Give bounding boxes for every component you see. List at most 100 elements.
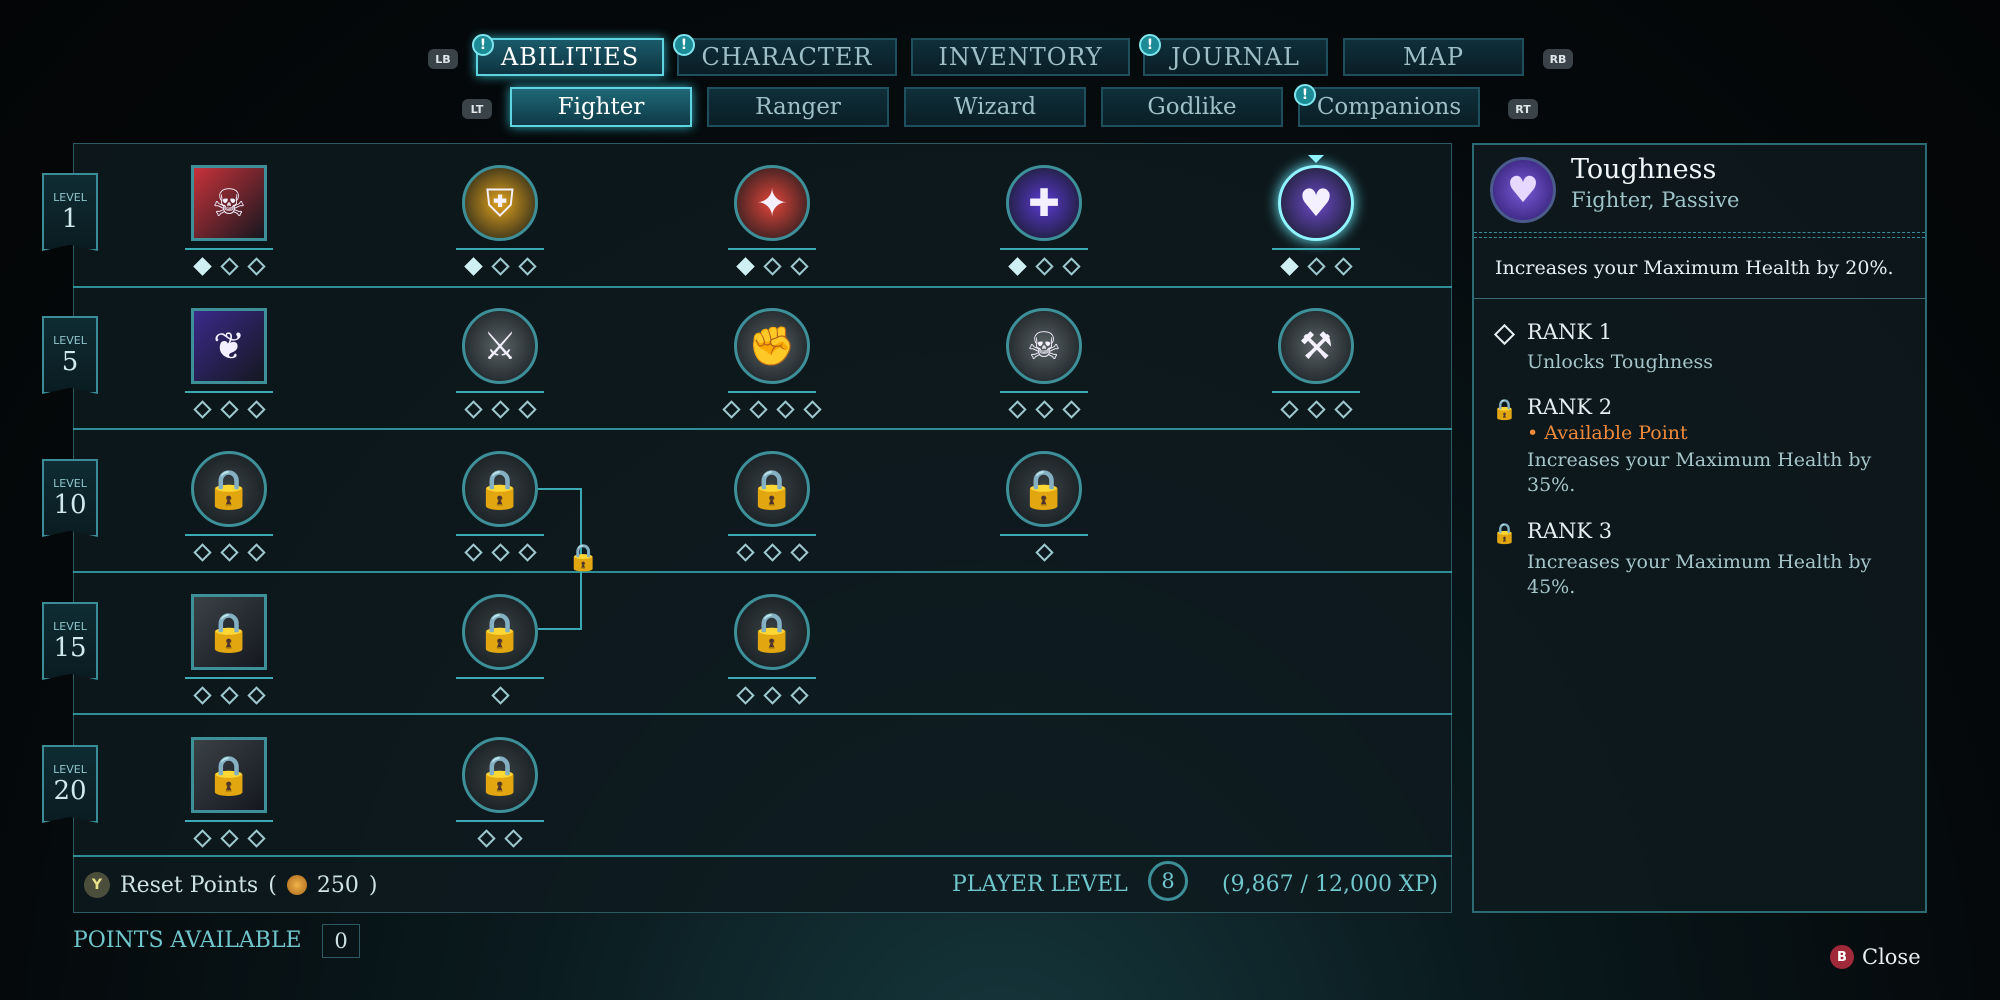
ability-node[interactable]: ✊ [734, 308, 810, 384]
ability-underline [1000, 248, 1088, 250]
player-level-ring: 8 [1148, 861, 1188, 901]
rank-2-lock-icon: 🔒 [1492, 397, 1517, 421]
subtab-companions[interactable]: Companions [1298, 87, 1480, 127]
rank-empty-icon [490, 543, 510, 562]
rank-empty-icon [477, 829, 496, 848]
rank-empty-icon [749, 400, 768, 419]
rank-empty-icon [1034, 257, 1054, 276]
detail-divider [1474, 232, 1925, 238]
level-badge: LEVEL 5 [42, 316, 98, 394]
ability-node[interactable]: 🔒 [191, 594, 267, 670]
rank-2-label: RANK 2 [1527, 395, 1613, 419]
ability-underline [1272, 248, 1360, 250]
ability-underline [185, 534, 273, 536]
ability-node[interactable]: ✚ [1006, 165, 1082, 241]
rank-2-text: Increases your Maximum Health by 35%. [1527, 449, 1872, 496]
demon-mask-icon: ☠ [211, 181, 247, 225]
rank-empty-icon [490, 400, 510, 419]
rank-empty-icon [517, 400, 537, 419]
ability-node[interactable]: ❦ [191, 308, 267, 384]
row-divider [73, 855, 1452, 857]
heart-icon: ♥ [1298, 181, 1334, 225]
lb-button-hint[interactable]: LB [428, 49, 458, 69]
ability-node[interactable]: ☠ [191, 165, 267, 241]
ability-node[interactable]: ♥ [1278, 165, 1354, 241]
detail-title: Toughness [1571, 154, 1717, 185]
rank-diamonds [463, 543, 537, 562]
lt-button-hint[interactable]: LT [462, 99, 492, 119]
ability-node[interactable]: 🔒 [462, 451, 538, 527]
close-button[interactable]: B Close [1830, 945, 1921, 969]
level-badge: LEVEL 15 [42, 602, 98, 680]
tab-journal[interactable]: JOURNAL [1143, 38, 1328, 76]
ability-node[interactable]: ☠ [1006, 308, 1082, 384]
rank-empty-icon [219, 400, 239, 419]
reset-cost-open: ( [268, 872, 277, 898]
alert-icon: ! [1139, 34, 1161, 56]
rank-filled-icon [1007, 257, 1027, 276]
ability-node[interactable]: 🔒 [1006, 451, 1082, 527]
rank-empty-icon [789, 686, 809, 705]
ability-node[interactable]: ⚔ [462, 308, 538, 384]
rank-empty-icon [463, 543, 483, 562]
ability-node[interactable]: 🔒 [462, 594, 538, 670]
y-button-icon: Y [84, 872, 110, 898]
rb-button-hint[interactable]: RB [1543, 49, 1573, 69]
ability-node[interactable]: 🔒 [462, 737, 538, 813]
points-available-label: POINTS AVAILABLE [73, 928, 302, 953]
rank-empty-icon [517, 543, 537, 562]
ability-grid [73, 143, 1452, 913]
rank-empty-icon [490, 257, 510, 276]
ability-node[interactable]: ✦ [734, 165, 810, 241]
rank-empty-icon [192, 686, 212, 705]
rank-diamonds [192, 543, 266, 562]
ability-node[interactable]: ⛨ [462, 165, 538, 241]
reset-points-button[interactable]: Y Reset Points ( 250 ) [84, 872, 377, 898]
rank-diamonds [192, 400, 266, 419]
rank-3-text: Increases your Maximum Health by 45%. [1527, 551, 1872, 598]
ability-node[interactable]: 🔒 [191, 737, 267, 813]
ability-node[interactable]: 🔒 [734, 451, 810, 527]
rank-diamonds [1007, 400, 1081, 419]
level-badge: LEVEL 10 [42, 459, 98, 537]
lock-icon: 🔒 [476, 753, 524, 797]
rank-empty-icon [735, 543, 755, 562]
ability-underline [185, 820, 273, 822]
rt-button-hint[interactable]: RT [1508, 99, 1538, 119]
subtab-wizard[interactable]: Wizard [904, 87, 1086, 127]
rank-1-label: RANK 1 [1527, 320, 1613, 344]
detail-divider [1474, 298, 1925, 299]
ability-underline [728, 391, 816, 393]
level-badge-label: LEVEL [53, 762, 87, 776]
tab-map[interactable]: MAP [1343, 38, 1524, 76]
rank-empty-icon [192, 829, 212, 848]
rank-diamonds [192, 257, 266, 276]
ability-underline [185, 677, 273, 679]
rank-diamonds [1034, 543, 1054, 562]
shield-bash-icon: ✦ [756, 181, 788, 225]
row-divider [73, 571, 1452, 573]
tab-inventory[interactable]: INVENTORY [911, 38, 1130, 76]
ability-node[interactable]: ⚒ [1278, 308, 1354, 384]
rank-empty-icon [192, 543, 212, 562]
rank-diamonds [192, 829, 266, 848]
ability-node[interactable]: 🔒 [191, 451, 267, 527]
subtab-godlike[interactable]: Godlike [1101, 87, 1283, 127]
rank-empty-icon [762, 543, 782, 562]
ability-underline [1000, 534, 1088, 536]
connector-lock-icon: 🔒 [567, 543, 600, 573]
ability-node[interactable]: 🔒 [734, 594, 810, 670]
tab-abilities[interactable]: ABILITIES [476, 38, 664, 76]
rank-empty-icon [246, 829, 266, 848]
subtab-fighter[interactable]: Fighter [510, 87, 692, 127]
rank-empty-icon [517, 257, 537, 276]
rank-empty-icon [1333, 400, 1353, 419]
subtab-ranger[interactable]: Ranger [707, 87, 889, 127]
tab-character[interactable]: CHARACTER [677, 38, 897, 76]
rank-filled-icon [192, 257, 212, 276]
level-badge-label: LEVEL [53, 190, 87, 204]
detail-description: Increases your Maximum Health by 20%. [1495, 257, 1894, 279]
detail-subtitle: Fighter, Passive [1571, 188, 1740, 212]
skull-icon: ☠ [1026, 324, 1062, 368]
rank-empty-icon [1333, 257, 1353, 276]
